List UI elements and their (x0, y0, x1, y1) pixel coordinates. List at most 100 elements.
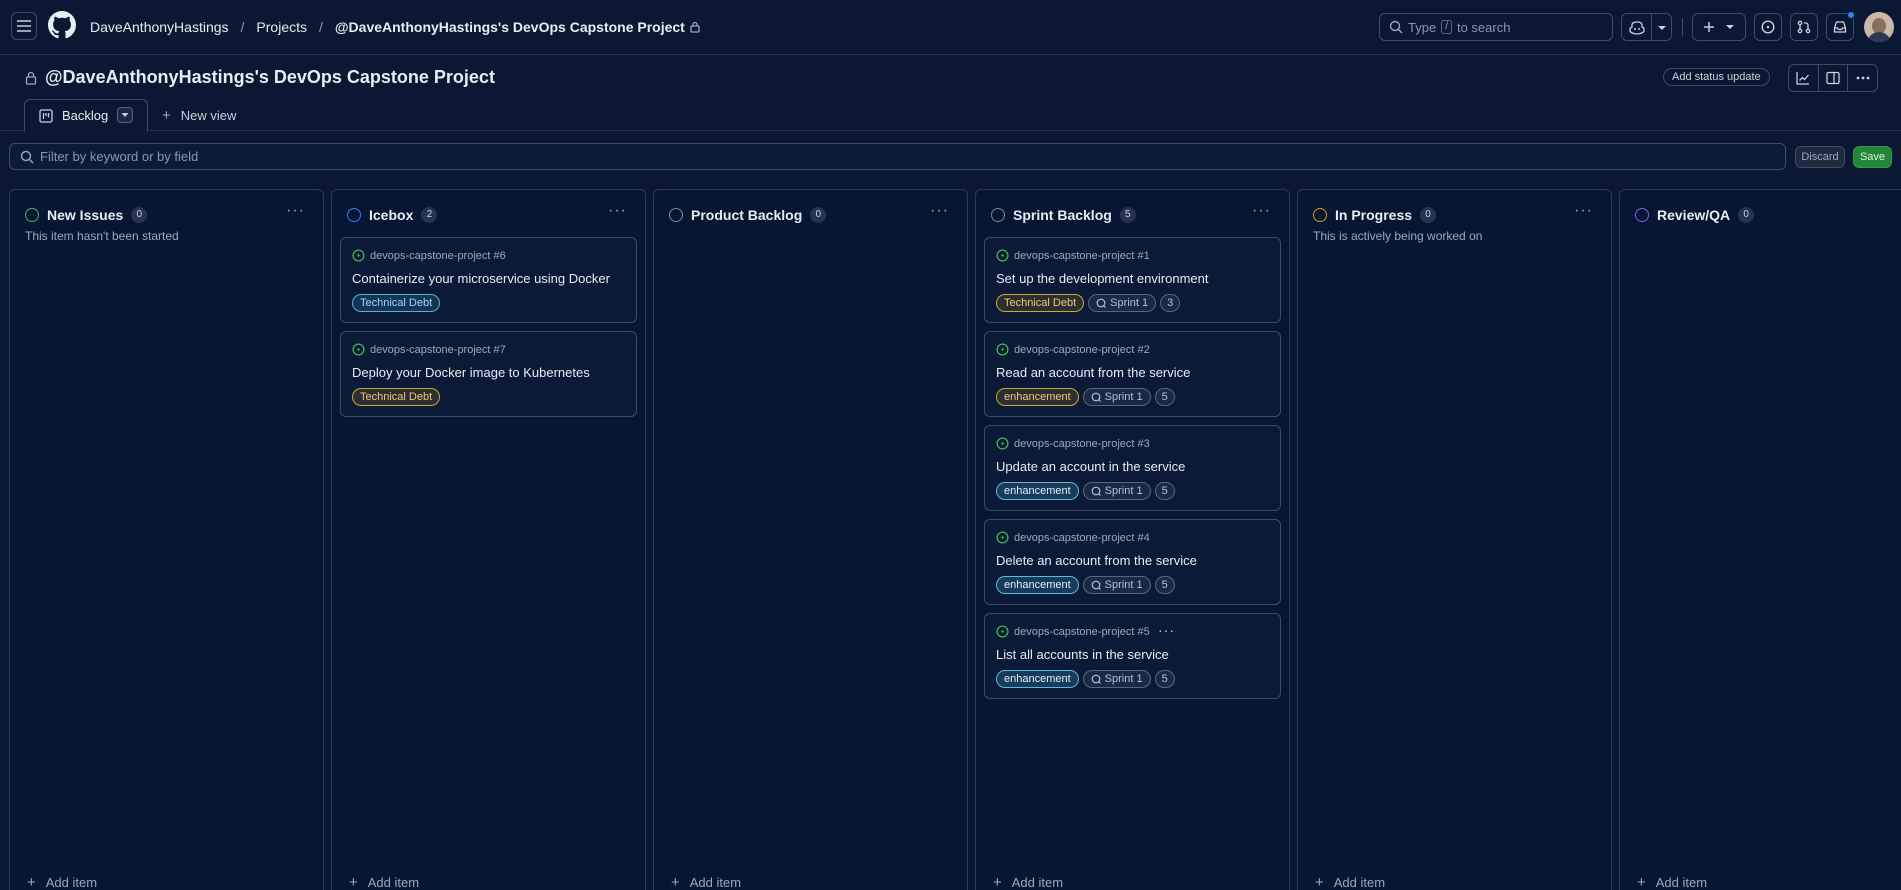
card-title[interactable]: Deploy your Docker image to Kubernetes (352, 365, 590, 380)
save-button[interactable]: Save (1853, 146, 1892, 168)
card-title[interactable]: Read an account from the service (996, 365, 1190, 380)
side-panel-button[interactable] (1819, 65, 1849, 91)
add-item-button[interactable]: + Add item (671, 874, 741, 890)
column-count: 0 (810, 207, 827, 223)
issue-card[interactable]: devops-capstone-project #7 Deploy your D… (340, 331, 637, 417)
status-dot-icon (669, 208, 683, 222)
tab-backlog[interactable]: Backlog (24, 99, 148, 132)
copilot-button-group[interactable] (1621, 13, 1672, 41)
iteration-icon (1091, 580, 1101, 590)
issue-card[interactable]: devops-capstone-project #6 Containerize … (340, 237, 637, 323)
estimate-badge: 5 (1154, 388, 1175, 406)
search-icon (1389, 20, 1403, 34)
column-title: Sprint Backlog (1013, 207, 1112, 223)
card-repo: devops-capstone-project #2 (996, 343, 1150, 356)
add-item-button[interactable]: + Add item (1637, 874, 1707, 890)
column-count: 0 (1420, 207, 1437, 223)
card-repo-text: devops-capstone-project #2 (1014, 343, 1150, 356)
card-menu-button[interactable]: ··· (1158, 622, 1175, 638)
card-title[interactable]: Delete an account from the service (996, 553, 1197, 568)
global-header: DaveAnthonyHastings / Projects / @DaveAn… (0, 0, 1901, 55)
add-item-button[interactable]: + Add item (27, 874, 97, 890)
issue-opened-icon (352, 343, 365, 356)
breadcrumb-projects[interactable]: Projects (256, 19, 307, 35)
card-repo: devops-capstone-project #6 (352, 249, 506, 262)
label-enhancement: enhancement (996, 388, 1079, 406)
search-input[interactable]: Type / to search (1379, 13, 1613, 41)
card-labels: Technical Debt (352, 294, 441, 312)
breadcrumb-owner[interactable]: DaveAnthonyHastings (90, 19, 229, 35)
column-header: In Progress 0 (1313, 205, 1437, 225)
iteration-icon (1091, 392, 1101, 402)
more-options-button[interactable] (1848, 65, 1877, 91)
discard-button[interactable]: Discard (1795, 146, 1845, 168)
issue-opened-icon (996, 437, 1009, 450)
iteration-badge: Sprint 1 (1082, 670, 1151, 688)
card-repo: devops-capstone-project #4 (996, 531, 1150, 544)
issue-card[interactable]: devops-capstone-project #5 ··· List all … (984, 613, 1281, 699)
issue-card[interactable]: devops-capstone-project #1 Set up the de… (984, 237, 1281, 323)
insights-button[interactable] (1789, 65, 1819, 91)
card-repo-text: devops-capstone-project #1 (1014, 249, 1150, 262)
search-icon (20, 150, 34, 164)
menu-button[interactable] (11, 12, 37, 40)
column-title: Product Backlog (691, 207, 803, 223)
card-repo: devops-capstone-project #3 (996, 437, 1150, 450)
new-view-button[interactable]: + New view (162, 107, 236, 124)
search-shortcut-key: / (1441, 20, 1452, 34)
column-menu-button[interactable]: ··· (608, 203, 627, 219)
iteration-badge: Sprint 1 (1082, 482, 1151, 500)
avatar-body (1867, 32, 1891, 42)
chevron-down-icon[interactable] (1657, 24, 1667, 32)
label-enhancement: enhancement (996, 576, 1079, 594)
add-item-button[interactable]: + Add item (1315, 874, 1385, 890)
column-menu-button[interactable]: ··· (930, 203, 949, 219)
iteration-icon (1096, 298, 1107, 308)
column-description: This is actively being worked on (1313, 229, 1483, 243)
plus-icon: + (349, 874, 358, 890)
column-count: 2 (421, 207, 438, 223)
chevron-down-icon (1726, 25, 1734, 29)
issues-button[interactable] (1754, 13, 1782, 41)
create-new-button[interactable] (1692, 13, 1746, 41)
card-repo-text: devops-capstone-project #4 (1014, 531, 1150, 544)
iteration-label: Sprint 1 (1104, 485, 1143, 497)
card-title[interactable]: Set up the development environment (996, 271, 1208, 286)
github-logo-icon[interactable] (48, 11, 76, 39)
plus-icon: + (671, 874, 680, 890)
view-options-button[interactable] (117, 107, 133, 123)
column-header: Review/QA 0 (1635, 205, 1755, 225)
card-title[interactable]: Update an account in the service (996, 459, 1185, 474)
column-icebox: Icebox 2 ··· devops-capstone-project #6 … (331, 189, 646, 890)
status-dot-icon (347, 208, 361, 222)
label-enhancement: enhancement (996, 482, 1079, 500)
filter-placeholder: Filter by keyword or by field (40, 149, 199, 164)
card-title[interactable]: Containerize your microservice using Doc… (352, 271, 610, 286)
issue-card[interactable]: devops-capstone-project #3 Update an acc… (984, 425, 1281, 511)
copilot-icon[interactable] (1629, 20, 1645, 35)
issue-card[interactable]: devops-capstone-project #4 Delete an acc… (984, 519, 1281, 605)
card-repo-text: devops-capstone-project #3 (1014, 437, 1150, 450)
new-view-label: New view (180, 108, 237, 123)
card-title[interactable]: List all accounts in the service (996, 647, 1169, 662)
issue-card[interactable]: devops-capstone-project #2 Read an accou… (984, 331, 1281, 417)
column-menu-button[interactable]: ··· (1252, 203, 1271, 219)
git-pull-request-icon (1797, 20, 1811, 34)
add-item-button[interactable]: + Add item (993, 874, 1063, 890)
add-status-update-button[interactable]: Add status update (1663, 68, 1770, 86)
column-menu-button[interactable]: ··· (1574, 203, 1593, 219)
breadcrumb-project[interactable]: @DaveAnthonyHastings's DevOps Capstone P… (335, 19, 685, 35)
filter-input[interactable]: Filter by keyword or by field (9, 143, 1786, 170)
estimate-badge: 5 (1154, 576, 1175, 594)
column-description: This item hasn't been started (25, 229, 179, 243)
add-item-button[interactable]: + Add item (349, 874, 419, 890)
column-title: Icebox (369, 207, 414, 223)
card-labels: enhancement Sprint 1 5 (996, 576, 1175, 594)
column-menu-button[interactable]: ··· (286, 203, 305, 219)
column-product-backlog: Product Backlog 0 ··· + Add item (653, 189, 968, 890)
sidebar-expand-icon (1826, 71, 1840, 85)
estimate-badge: 5 (1154, 670, 1175, 688)
avatar[interactable] (1864, 12, 1894, 42)
iteration-badge: Sprint 1 (1082, 388, 1151, 406)
pull-requests-button[interactable] (1790, 13, 1818, 41)
